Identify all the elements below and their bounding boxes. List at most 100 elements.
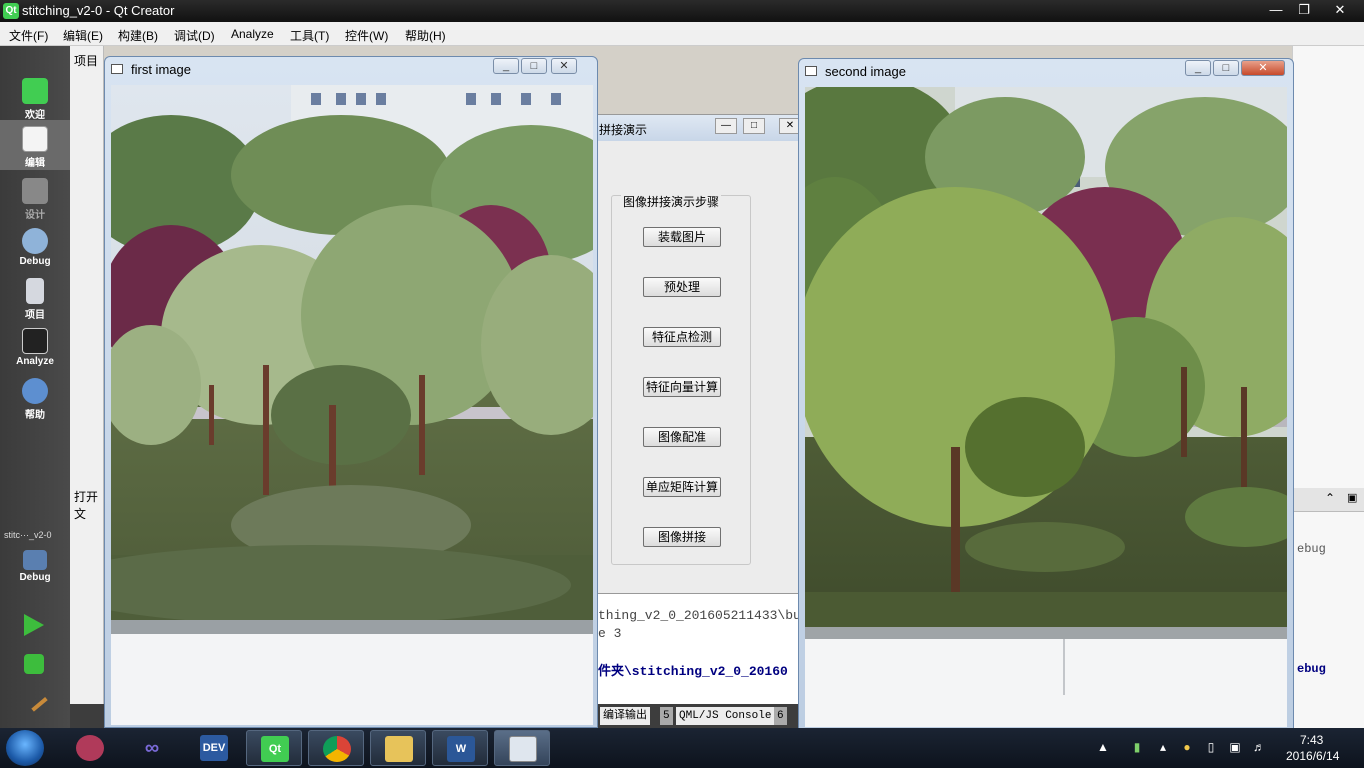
menu-debug[interactable]: 调试(D) bbox=[174, 27, 215, 44]
mode-projects[interactable]: 项目 bbox=[0, 272, 70, 322]
analyze-icon bbox=[22, 328, 48, 354]
menu-file[interactable]: 文件(F) bbox=[9, 27, 48, 44]
tab-compile-output[interactable]: 编译输出 bbox=[600, 707, 650, 725]
taskbar-word[interactable]: W bbox=[432, 730, 488, 766]
window-icon bbox=[805, 66, 817, 76]
close-pane-icon[interactable]: ▣ bbox=[1347, 491, 1357, 504]
design-icon bbox=[22, 178, 48, 204]
second-close-button[interactable]: ✕ bbox=[1241, 60, 1285, 76]
kit-label: stitc···_v2-0 bbox=[4, 530, 52, 540]
mode-edit[interactable]: 编辑 bbox=[0, 120, 70, 170]
phone-icon[interactable]: ▯ bbox=[1204, 740, 1218, 754]
clock-date[interactable]: 2016/6/14 bbox=[1286, 749, 1339, 763]
taskbar-devexpress[interactable]: DEV bbox=[186, 730, 242, 766]
second-image-title: second image bbox=[825, 64, 906, 79]
mode-welcome[interactable]: 欢迎 bbox=[0, 72, 70, 122]
output-line: e 3 bbox=[598, 626, 622, 641]
dialog-minimize-button[interactable]: — bbox=[715, 118, 737, 134]
taskbar-chrome[interactable] bbox=[308, 730, 364, 766]
close-button[interactable]: ✕ bbox=[1326, 0, 1354, 20]
menu-help[interactable]: 帮助(H) bbox=[405, 27, 446, 44]
tab-qml-console[interactable]: QML/JS Console bbox=[676, 707, 775, 725]
output-line: ebug bbox=[1297, 542, 1326, 556]
qq-icon[interactable]: ● bbox=[1180, 740, 1194, 754]
maximize-button[interactable]: ❐ bbox=[1290, 0, 1318, 20]
mode-analyze[interactable]: Analyze bbox=[0, 322, 70, 372]
output-pane-right: ⌃ ▣ ebug ebug bbox=[1292, 46, 1364, 728]
chrome-icon bbox=[323, 736, 351, 762]
collapse-icon[interactable]: ⌃ bbox=[1325, 491, 1335, 505]
build-hammer-icon[interactable] bbox=[22, 686, 48, 712]
mode-debug[interactable]: Debug bbox=[0, 222, 70, 272]
mode-help[interactable]: 帮助 bbox=[0, 372, 70, 422]
output-line: thing_v2_0_201605211433\bu bbox=[598, 608, 801, 623]
compile-output: thing_v2_0_201605211433\bu e 3 件夹\stitch… bbox=[594, 594, 802, 704]
stitching-demo-dialog: 拼接演示 — □ ✕ 图像拼接演示步骤 装载图片 预处理 特征点检测 特征向量计… bbox=[594, 114, 802, 594]
second-image-window: second image _ □ ✕ bbox=[798, 58, 1294, 730]
feature-detect-button[interactable]: 特征点检测 bbox=[643, 327, 721, 347]
run-icon[interactable] bbox=[24, 614, 44, 636]
monitor-icon bbox=[23, 550, 47, 570]
kit-mode-label: Debug bbox=[19, 572, 51, 583]
stitch-button[interactable]: 图像拼接 bbox=[643, 527, 721, 547]
window-icon bbox=[111, 64, 123, 74]
taskbar-qt-creator[interactable]: Qt bbox=[246, 730, 302, 766]
app-window-icon bbox=[509, 736, 537, 762]
mode-label: 设计 bbox=[25, 210, 45, 221]
wifi-icon[interactable]: ▲ bbox=[1096, 740, 1110, 754]
menu-widgets[interactable]: 控件(W) bbox=[345, 27, 388, 44]
battery-icon[interactable]: ▮ bbox=[1130, 740, 1144, 754]
mode-selector: 欢迎 编辑 设计 Debug 项目 Analyze 帮助 stitc···_v2… bbox=[0, 46, 70, 728]
kit-selector[interactable]: Debug bbox=[0, 544, 70, 594]
second-maximize-button[interactable]: □ bbox=[1213, 60, 1239, 76]
taskbar-visual-studio[interactable]: ∞ bbox=[124, 730, 180, 766]
debug-run-icon[interactable] bbox=[24, 654, 44, 674]
dialog-titlebar: 拼接演示 — □ ✕ bbox=[595, 115, 801, 141]
second-minimize-button[interactable]: _ bbox=[1185, 60, 1211, 76]
menu-edit[interactable]: 编辑(E) bbox=[63, 27, 103, 44]
taskbar-devcpp[interactable] bbox=[62, 730, 118, 766]
file-explorer-icon bbox=[385, 736, 413, 762]
clock-time[interactable]: 7:43 bbox=[1300, 733, 1323, 747]
menu-build[interactable]: 构建(B) bbox=[118, 27, 158, 44]
menu-bar: 文件(F) 编辑(E) 构建(B) 调试(D) Analyze 工具(T) 控件… bbox=[0, 22, 1364, 46]
dialog-maximize-button[interactable]: □ bbox=[743, 118, 765, 134]
show-hidden-icons-icon[interactable]: ▴ bbox=[1156, 740, 1170, 754]
menu-tools[interactable]: 工具(T) bbox=[290, 27, 329, 44]
qt-creator-titlebar: Qt stitching_v2-0 - Qt Creator — ❐ ✕ bbox=[0, 0, 1364, 22]
mode-design[interactable]: 设计 bbox=[0, 172, 70, 222]
minimize-button[interactable]: — bbox=[1262, 0, 1290, 20]
qt-welcome-icon bbox=[22, 78, 48, 104]
output-line: 件夹\stitching_v2_0_20160 bbox=[598, 664, 788, 679]
mode-label: 编辑 bbox=[25, 158, 45, 169]
pane-header: ⌃ ▣ bbox=[1293, 488, 1364, 512]
first-maximize-button[interactable]: □ bbox=[521, 58, 547, 74]
first-image-photo bbox=[111, 85, 593, 725]
output-tabs: 编译输出 5 QML/JS Console 6 bbox=[594, 704, 802, 728]
volume-icon[interactable]: ♬ bbox=[1252, 740, 1266, 754]
image-registration-button[interactable]: 图像配准 bbox=[643, 427, 721, 447]
visual-studio-icon: ∞ bbox=[144, 737, 160, 759]
mode-label: 帮助 bbox=[25, 410, 45, 421]
menu-analyze[interactable]: Analyze bbox=[231, 27, 274, 41]
taskbar-explorer[interactable] bbox=[370, 730, 426, 766]
mode-label: Debug bbox=[19, 256, 51, 267]
tab-number: 5 bbox=[660, 707, 673, 725]
taskbar-app-window[interactable] bbox=[494, 730, 550, 766]
dev-express-icon: DEV bbox=[200, 735, 228, 761]
steps-group-title: 图像拼接演示步骤 bbox=[621, 193, 722, 210]
feature-vector-button[interactable]: 特征向量计算 bbox=[643, 377, 721, 397]
network-icon[interactable]: ▣ bbox=[1228, 740, 1242, 754]
load-images-button[interactable]: 装载图片 bbox=[643, 227, 721, 247]
start-button-icon[interactable] bbox=[6, 730, 44, 766]
output-line: ebug bbox=[1297, 662, 1326, 676]
preprocess-button[interactable]: 预处理 bbox=[643, 277, 721, 297]
first-image-window: first image _ □ ✕ bbox=[104, 56, 598, 728]
first-minimize-button[interactable]: _ bbox=[493, 58, 519, 74]
system-tray: ▲ ▮ ▴ ● ▯ ▣ ♬ 7:43 2016/6/14 bbox=[1090, 728, 1364, 768]
first-close-button[interactable]: ✕ bbox=[551, 58, 577, 74]
window-title: stitching_v2-0 - Qt Creator bbox=[22, 3, 175, 18]
homography-button[interactable]: 单应矩阵计算 bbox=[643, 477, 721, 497]
qt-logo-icon: Qt bbox=[3, 3, 19, 19]
dialog-title: 拼接演示 bbox=[599, 123, 648, 137]
